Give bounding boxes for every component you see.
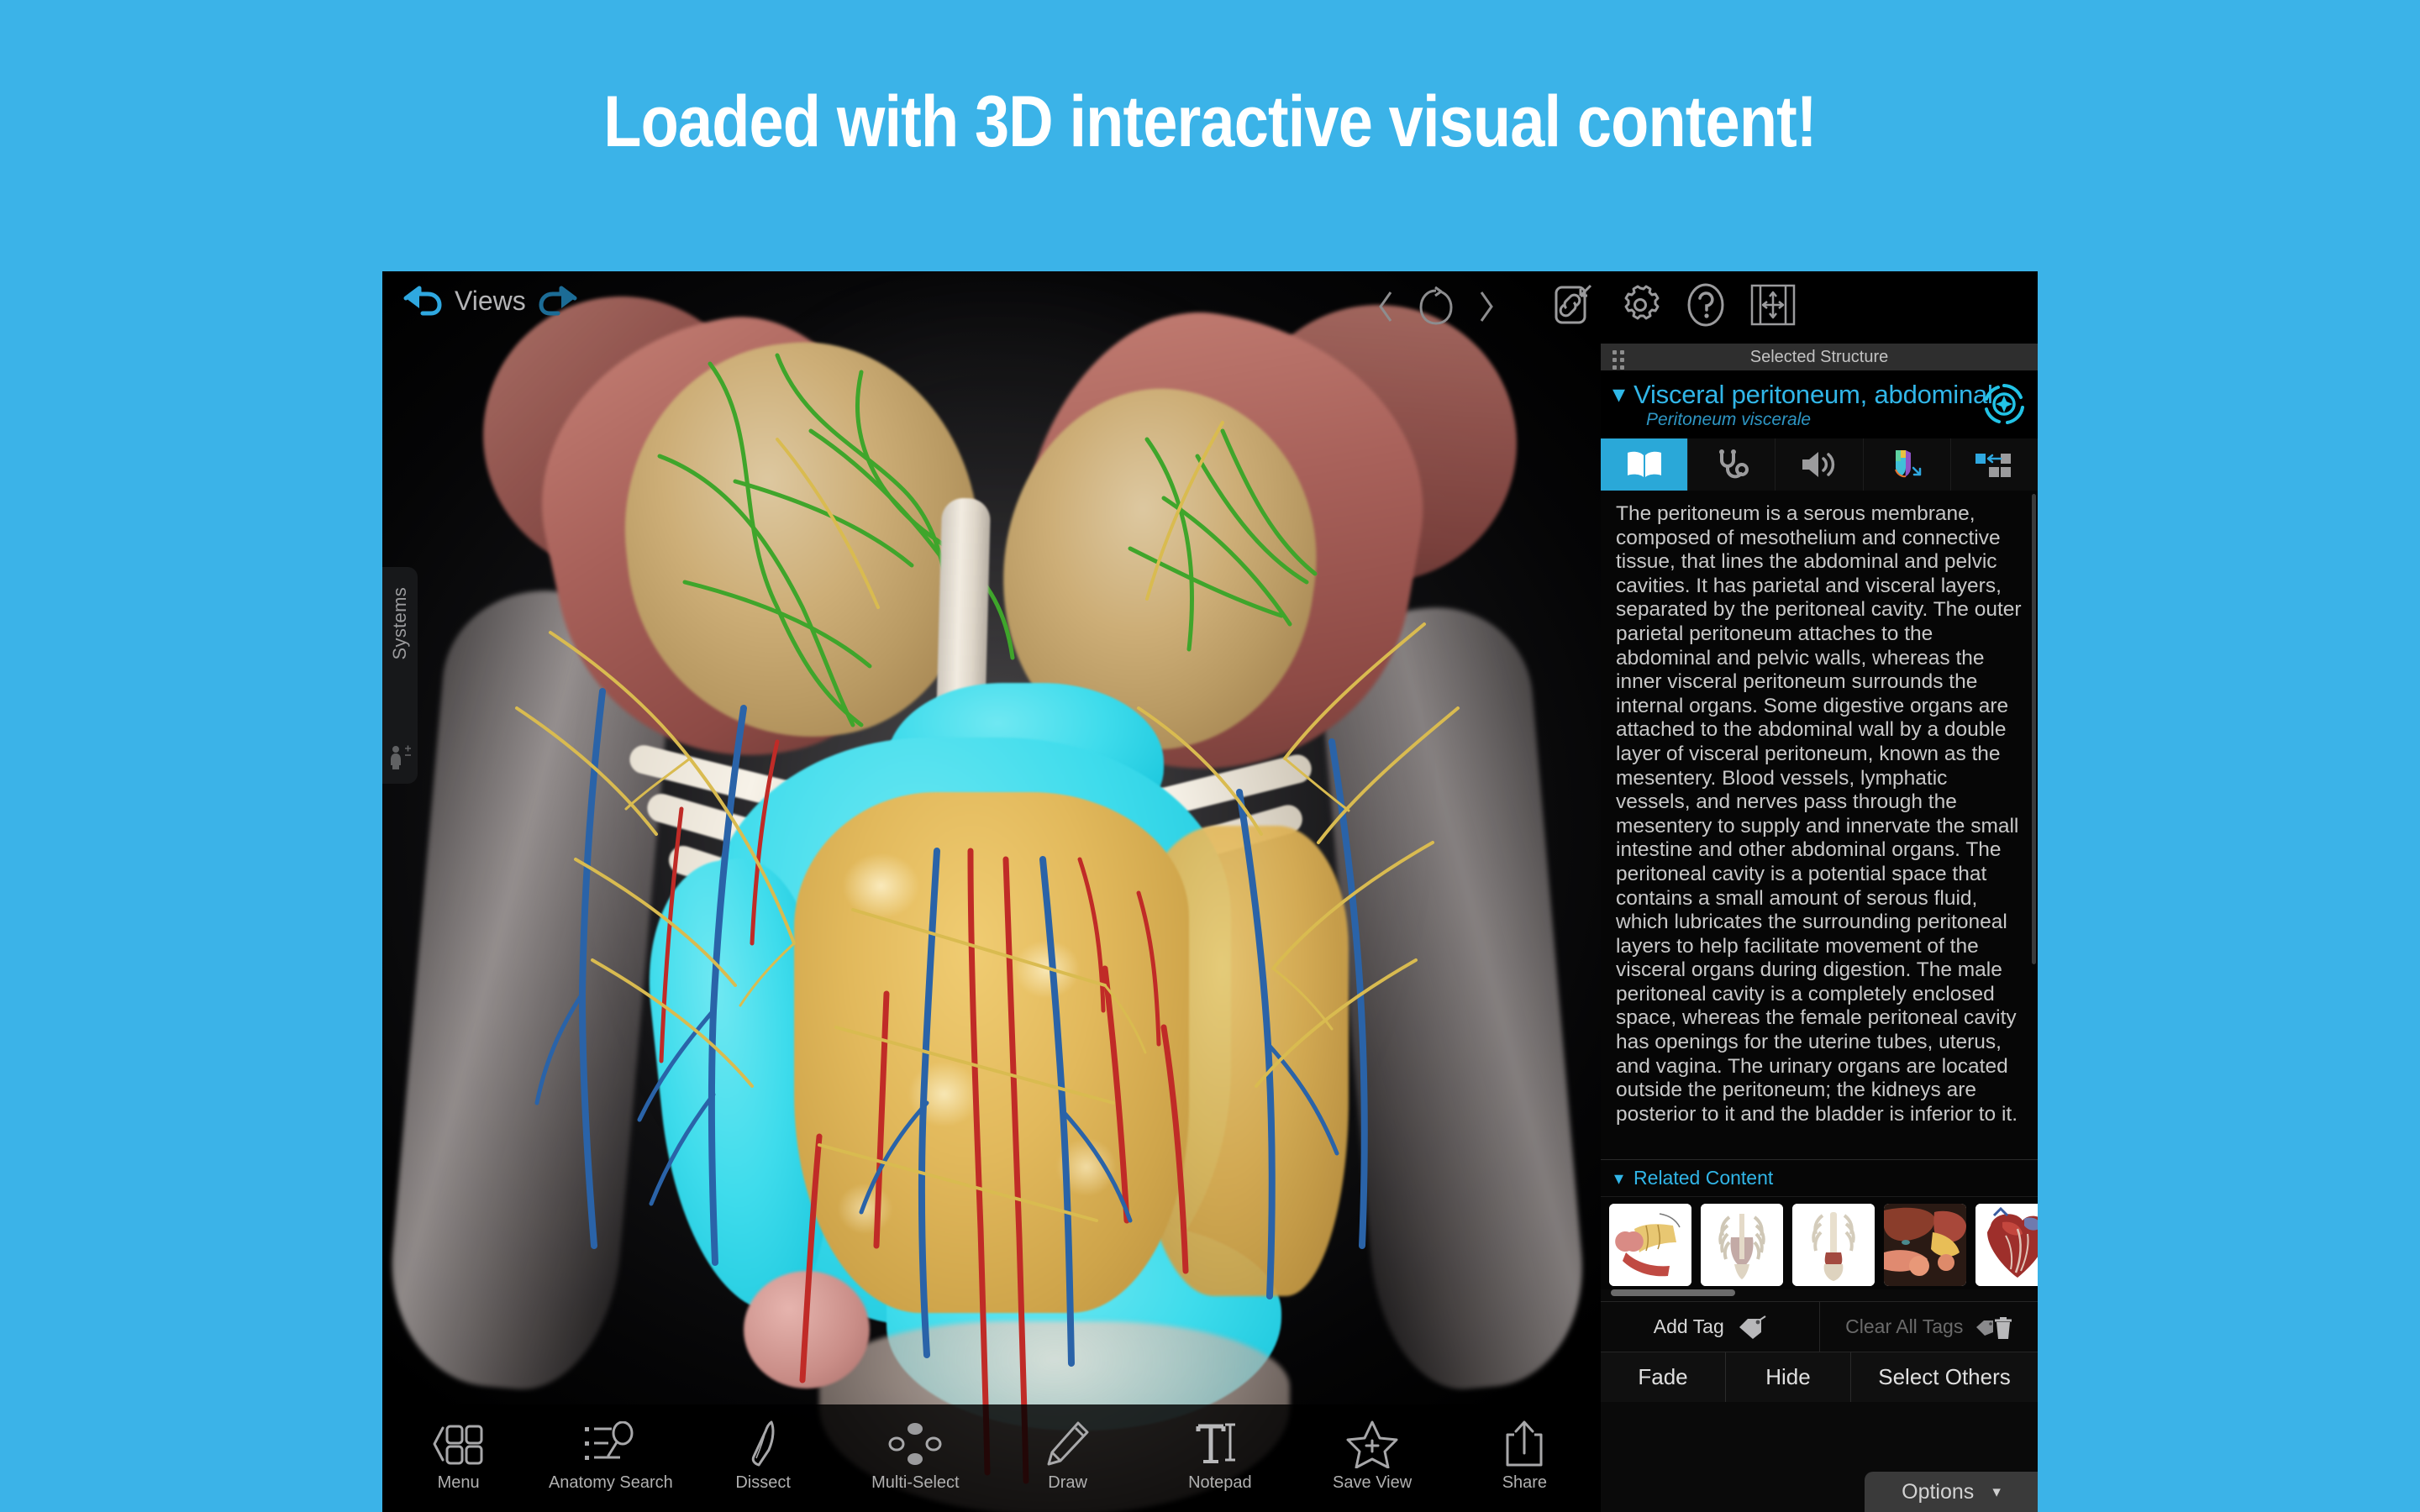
search-list-icon [583,1420,639,1468]
tab-highlight[interactable] [1864,438,1951,491]
tab-pronunciation[interactable] [1776,438,1864,491]
views-label: Views [455,285,526,316]
systems-tab-label: Systems [389,587,410,660]
anatomy-search-label: Anatomy Search [548,1473,673,1492]
panel-title: Selected Structure [1749,347,1889,366]
page-root: Loaded with 3D interactive visual conten… [0,0,2420,1512]
hide-button[interactable]: Hide [1726,1352,1851,1402]
star-plus-icon [1346,1420,1398,1468]
thumb-liver-stomach[interactable] [1884,1204,1966,1286]
app-bottom-toolbar: Menu Anatomy Search Dissect Multi-Select… [382,1404,1601,1512]
thumb-ribcage-anterior[interactable] [1701,1204,1783,1286]
related-content-label: Related Content [1634,1167,1774,1189]
multi-select-button[interactable]: Multi-Select [839,1404,992,1493]
tag-trash-icon [1976,1316,2012,1339]
3d-anatomy-viewport[interactable]: Systems [382,271,1601,1512]
thumb-intestine-mesentery[interactable] [1609,1204,1691,1286]
help-question-icon[interactable] [1685,281,1727,328]
add-tag-button[interactable]: Add Tag [1601,1302,1819,1352]
structure-latin-name: Peritoneum viscerale [1646,410,1812,429]
book-icon [1627,451,1661,477]
banner-headline: Loaded with 3D interactive visual conten… [603,81,1817,162]
panel-body[interactable]: The peritoneum is a serous membrane, com… [1601,491,2038,1159]
thumb-ribcage-posterior[interactable] [1792,1204,1875,1286]
multi-select-label: Multi-Select [871,1473,960,1492]
pencil-icon [1045,1420,1091,1468]
tab-clinical[interactable] [1688,438,1776,491]
tag-row: Add Tag Clear All Tags [1601,1301,2038,1352]
thumb-heart[interactable] [1975,1204,2038,1286]
dissect-button[interactable]: Dissect [687,1404,839,1493]
anatomy-app-window: Systems Views Selected Structure ▾ Visce… [382,271,2038,1512]
speaker-icon [1802,452,1835,477]
structure-description: The peritoneum is a serous membrane, com… [1616,502,2022,1126]
view-navigation-group [1365,283,1507,330]
draw-button[interactable]: Draw [992,1404,1144,1493]
select-others-button[interactable]: Select Others [1851,1352,2038,1402]
tab-select-parts[interactable] [1951,438,2038,491]
panel-tabstrip [1601,438,2038,491]
draw-label: Draw [1048,1473,1087,1492]
selected-structure-panel: Selected Structure ▾ Visceral peritoneum… [1601,344,2038,1512]
notepad-label: Notepad [1188,1473,1252,1492]
grid-menu-icon [433,1420,485,1468]
rotate-reset-icon[interactable] [1409,283,1463,330]
link-grab-icon[interactable] [1550,282,1596,328]
chevron-down-icon: ▾ [1992,1483,2001,1501]
options-label: Options [1902,1479,1975,1504]
thumbnails-scrollbar[interactable] [1611,1289,1735,1296]
multi-select-dots-icon [888,1420,942,1468]
gear-icon[interactable] [1618,282,1663,328]
menu-button[interactable]: Menu [382,1404,534,1493]
stethoscope-icon [1718,449,1749,479]
structure-header: ▾ Visceral peritoneum, abdominal Periton… [1601,370,2038,438]
related-thumbnails[interactable] [1601,1196,2038,1289]
share-label: Share [1502,1473,1548,1492]
app-tools-group [1550,281,1797,328]
share-button[interactable]: Share [1449,1404,1601,1493]
app-topbar: Views [382,271,2038,337]
related-content-header[interactable]: ▾ Related Content [1601,1159,2038,1196]
save-view-label: Save View [1333,1473,1413,1492]
views-control-group: Views [397,281,583,320]
clear-tags-label: Clear All Tags [1845,1315,1964,1337]
target-locate-icon[interactable] [1982,382,2026,426]
structure-name: Visceral peritoneum, abdominal [1634,380,1993,409]
share-upload-icon [1504,1420,1544,1468]
scalpel-icon [744,1420,782,1468]
chevron-down-icon[interactable]: ▾ [1614,1168,1623,1189]
save-view-button[interactable]: Save View [1297,1404,1449,1493]
add-tag-label: Add Tag [1653,1315,1724,1337]
clear-all-tags-button[interactable]: Clear All Tags [1818,1302,2039,1352]
tab-definition[interactable] [1601,438,1689,491]
redo-arrow-icon[interactable] [536,281,583,320]
body-systems-icon [388,745,412,770]
panel-scrollbar[interactable] [2032,494,2036,964]
fade-button[interactable]: Fade [1601,1352,1726,1402]
menu-label: Menu [437,1473,480,1492]
panel-titlebar[interactable]: Selected Structure [1601,344,2038,370]
chevron-right-icon[interactable] [1466,285,1507,328]
notepad-button[interactable]: Notepad [1144,1404,1296,1493]
dissect-label: Dissect [735,1473,791,1492]
action-row: Fade Hide Select Others [1601,1352,2038,1402]
grid-select-icon [1975,454,2012,477]
undo-arrow-icon[interactable] [397,281,445,320]
chevron-left-icon[interactable] [1365,285,1406,328]
text-cursor-icon [1195,1420,1245,1468]
drag-grip-icon[interactable] [1612,350,1624,370]
colored-shield-icon [1895,450,1922,478]
anatomy-search-button[interactable]: Anatomy Search [534,1404,687,1493]
systems-side-tab[interactable]: Systems [382,567,418,784]
fullscreen-expand-icon[interactable] [1749,282,1797,328]
tag-icon [1739,1315,1766,1339]
vessel-network [515,421,1460,1484]
chevron-down-icon[interactable]: ▾ [1612,382,1625,407]
options-dropdown[interactable]: Options ▾ [1865,1472,2038,1512]
